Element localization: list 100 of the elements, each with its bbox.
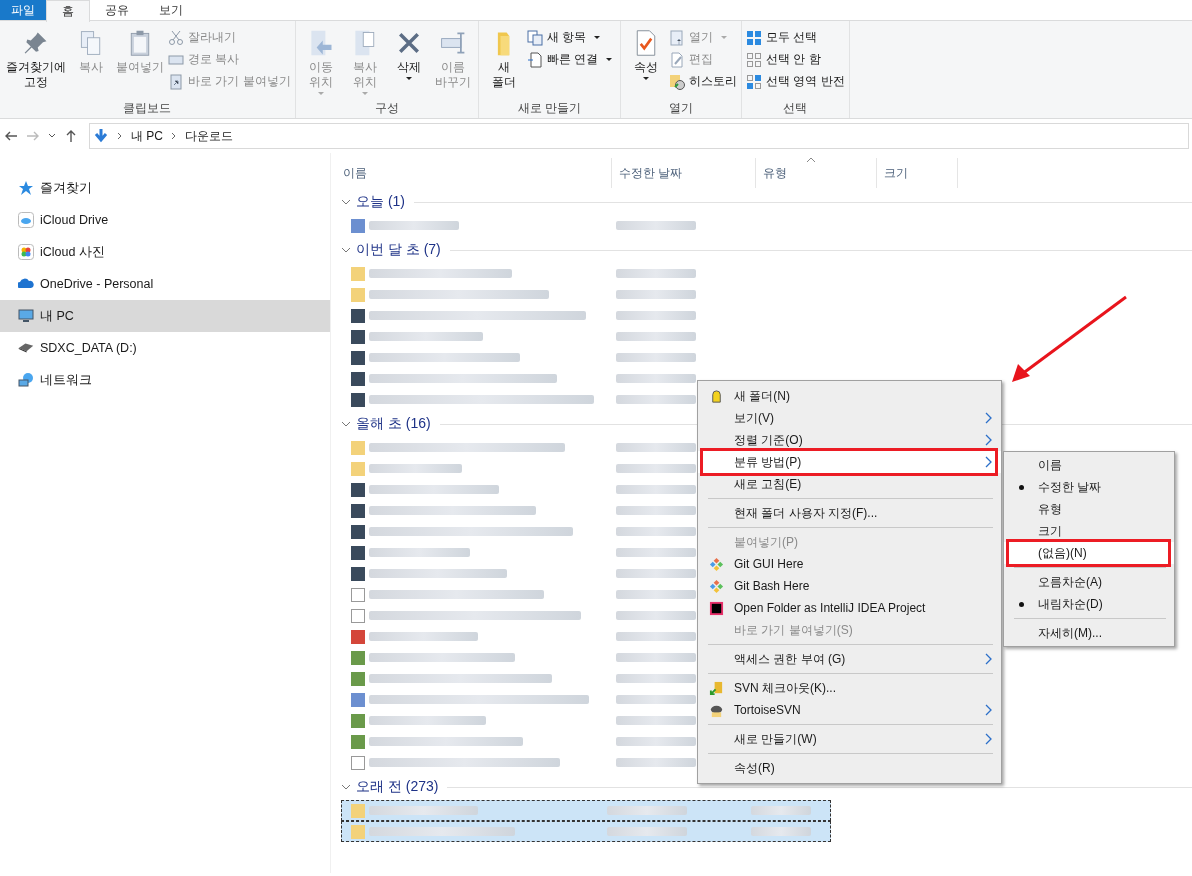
menu-item[interactable]: 자세히(M)... [1004,622,1174,644]
menu-item[interactable]: 새로 고침(E) [698,473,1001,495]
menu-item[interactable]: TortoiseSVN [698,699,1001,721]
ribbon-button[interactable]: 히스토리 [669,72,737,91]
menu-item[interactable]: 액세스 권한 부여 (G) [698,648,1001,670]
ribbon-group-label: 클립보드 [122,100,173,116]
sidebar-item[interactable]: 즐겨찾기 [0,172,330,204]
drive-icon [18,343,34,353]
menu-item[interactable]: 분류 방법(P) [698,451,1001,473]
menu-item[interactable]: 수정한 날짜 [1004,476,1174,498]
caret-icon [361,92,368,95]
file-row[interactable] [341,800,831,821]
shortcut-icon [168,73,184,90]
caret-icon [721,36,727,39]
edit-icon [669,51,685,68]
diamond-icon [708,556,724,572]
ribbon-group-label: 선택 [782,100,809,116]
column-header[interactable]: 크기 [877,158,958,188]
menu-item[interactable]: 내림차순(D) [1004,593,1174,615]
menu-item[interactable]: Git Bash Here [698,575,1001,597]
menu-item[interactable]: 속성(R) [698,757,1001,779]
file-row[interactable] [341,821,831,842]
ribbon-button[interactable]: 선택 안 함 [746,50,845,69]
menu-item[interactable]: 정렬 기준(O) [698,429,1001,451]
selectnone-icon [746,51,762,68]
selectall-icon [746,29,762,46]
bullet-icon [1018,484,1024,490]
caret-icon [594,36,600,39]
group-header[interactable]: 올해 초 (16) [356,415,431,433]
download-icon [93,128,109,144]
ribbon-group-label: 열기 [668,100,694,116]
checkout-icon [708,680,724,696]
breadcrumb[interactable]: 내 PC [131,127,163,145]
sidebar-item[interactable]: 내 PC [0,300,330,332]
menu-item[interactable]: 오름차순(A) [1004,571,1174,593]
ribbon-group-label: 새로 만들기 [516,100,582,116]
app-icon [708,600,724,616]
ribbon-tab[interactable]: 파일 [0,0,46,20]
submenu-chevron-icon [985,704,993,716]
sidebar-item[interactable]: iCloud Drive [0,204,330,236]
ribbon-button[interactable]: 즐겨찾기에 고정 [4,27,68,100]
blurred-type [751,827,811,836]
blurred-type [751,806,811,815]
ribbon-tab[interactable]: 공유 [90,0,144,20]
menu-item[interactable]: (없음)(N) [1004,542,1174,564]
submenu-chevron-icon [985,412,993,424]
menu-item[interactable]: Open Folder as IntelliJ IDEA Project [698,597,1001,619]
diamond-icon [708,578,724,594]
breadcrumb[interactable]: 다운로드 [185,127,233,145]
ribbon-button[interactable]: 빠른 연결 [526,50,616,69]
column-header[interactable]: 이름 [331,158,612,188]
ribbon-button[interactable]: 삭제 [387,27,430,100]
menu-item[interactable]: 유형 [1004,498,1174,520]
column-header[interactable]: 수정한 날짜 [612,158,756,188]
newitem-icon [526,29,543,46]
sidebar-item[interactable]: iCloud 사진 [0,236,330,268]
submenu-chevron-icon [985,653,993,665]
ribbon-tab[interactable]: 홈 [46,0,90,22]
caret-icon [317,92,324,95]
menu-item[interactable]: 새 폴더(N) [698,385,1001,407]
sidebar-item[interactable]: 네트워크 [0,364,330,396]
ribbon-button[interactable]: 속성 [625,27,667,100]
collapse-icon[interactable] [341,419,351,429]
group-header[interactable]: 이번 달 초 (7) [356,241,441,259]
sidebar-item[interactable]: SDXC_DATA (D:) [0,332,330,364]
menu-item[interactable]: Git GUI Here [698,553,1001,575]
caret-icon [405,77,412,80]
network-icon [18,372,34,388]
chevron-icon [170,132,178,140]
menu-item[interactable]: 보기(V) [698,407,1001,429]
submenu-chevron-icon [985,434,993,446]
open-icon [669,29,685,46]
ribbon-group-label: 구성 [373,100,400,116]
group-header[interactable]: 오래 전 (273) [356,778,439,796]
menu-item[interactable]: 이름 [1004,454,1174,476]
address-bar[interactable]: 내 PC 다운로드 [89,123,1189,149]
ribbon-button[interactable]: 모두 선택 [746,28,845,47]
collapse-icon[interactable] [341,782,351,792]
ribbon-tab[interactable]: 보기 [144,0,198,20]
menu-item[interactable]: SVN 체크아웃(K)... [698,677,1001,699]
submenu-chevron-icon [985,456,993,468]
menu-item[interactable]: 현재 폴더 사용자 지정(F)... [698,502,1001,524]
icloud-icon [18,212,34,228]
sidebar-item[interactable]: OneDrive - Personal [0,268,330,300]
group-header[interactable]: 오늘 (1) [356,193,405,211]
sort-indicator-icon [806,157,816,163]
ribbon-button[interactable]: 새 항목 [526,28,616,47]
ribbon-button[interactable]: 새 폴더 [482,27,525,100]
column-header[interactable]: 유형 [756,158,877,188]
submenu-chevron-icon [985,733,993,745]
scissors-icon [168,29,184,46]
collapse-icon[interactable] [341,197,351,207]
menu-item[interactable]: 크기 [1004,520,1174,542]
chevron-icon [116,132,124,140]
star-icon [18,180,34,196]
history-icon [669,73,685,90]
caret-icon [643,77,649,80]
menu-item[interactable]: 새로 만들기(W) [698,728,1001,750]
collapse-icon[interactable] [341,245,351,255]
ribbon-button[interactable]: 선택 영역 반전 [746,72,845,91]
